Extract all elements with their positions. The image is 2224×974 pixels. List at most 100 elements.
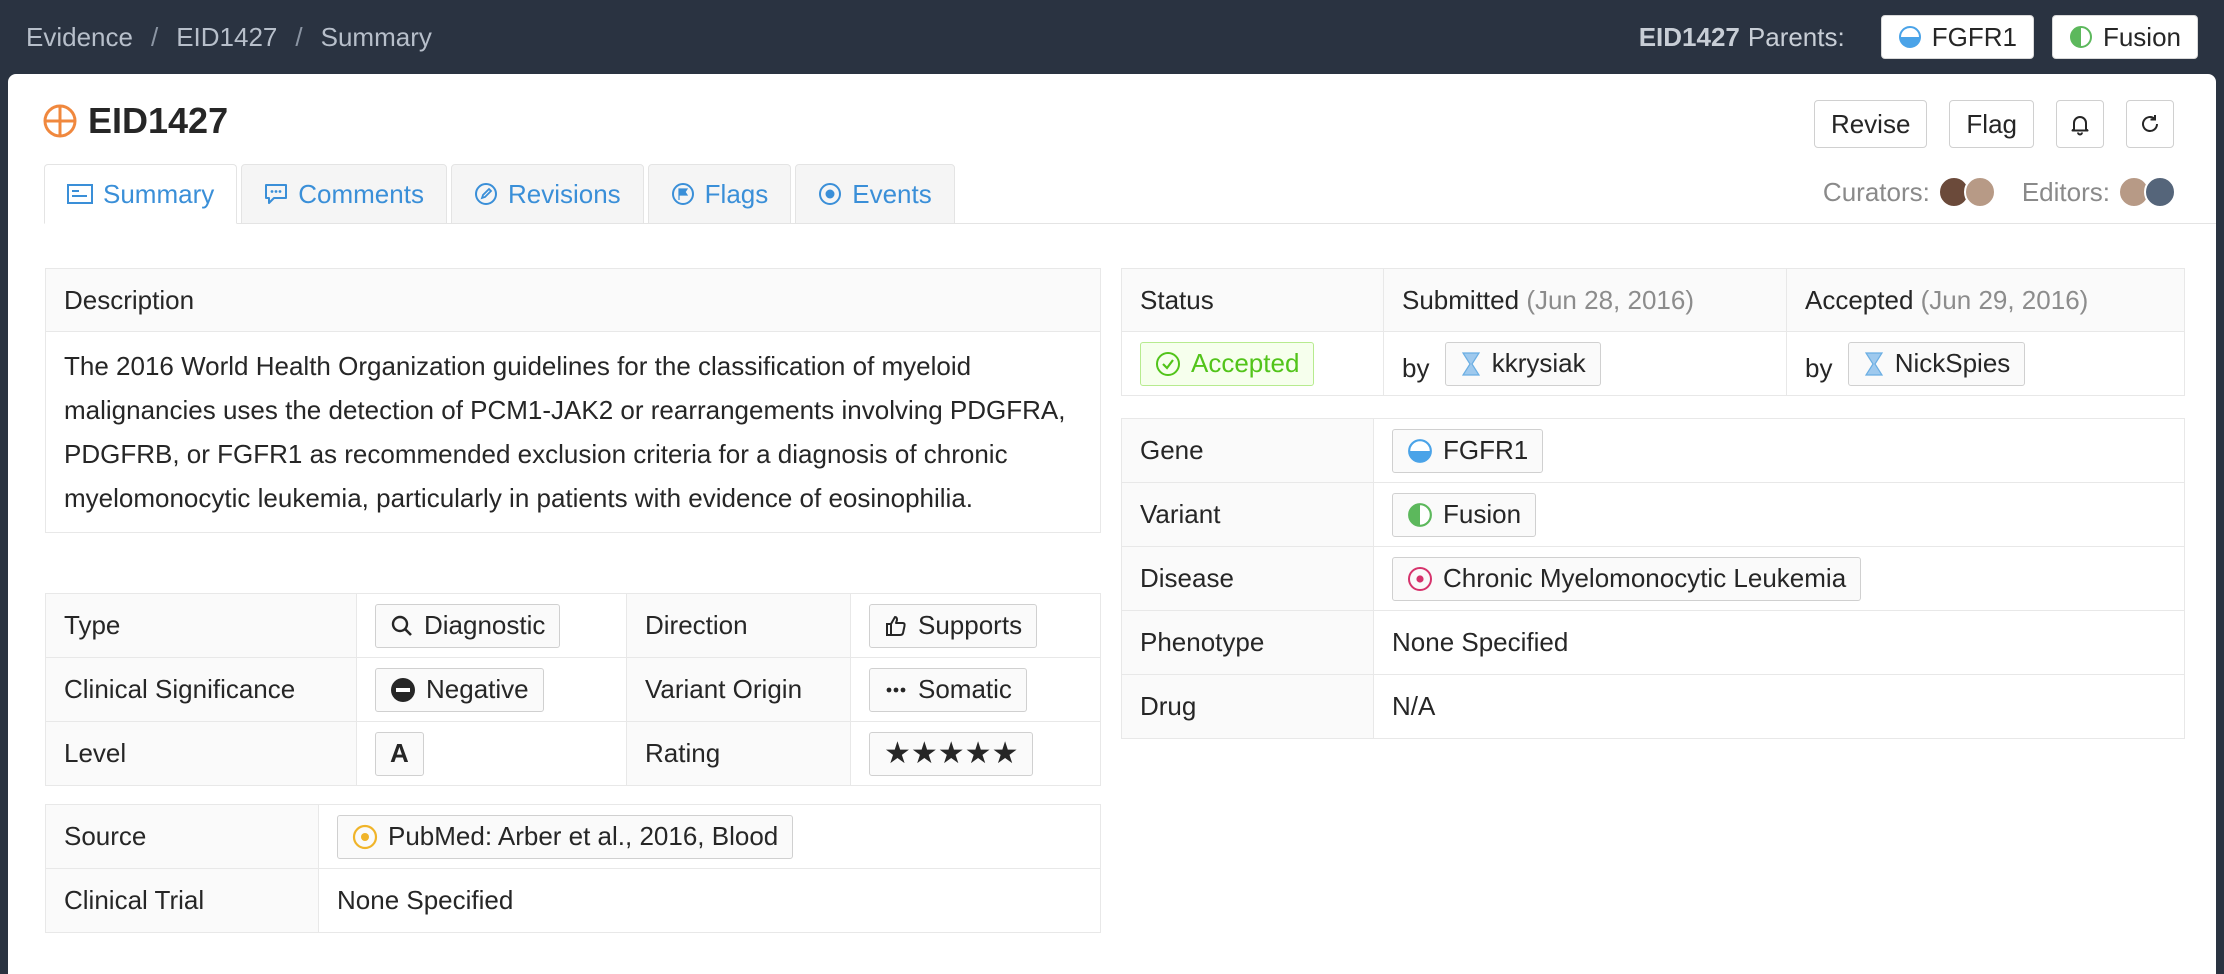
accepted-by-user[interactable]: NickSpies (1847, 341, 2026, 386)
gene-cell: FGFR1 (1373, 418, 2185, 483)
source-icon (352, 824, 378, 849)
gene-tag[interactable]: FGFR1 (1392, 428, 1544, 473)
submitted-by-name: kkrysiak (1491, 348, 1586, 378)
parent-gene-label: FGFR1 (1931, 21, 2017, 52)
parent-gene-button[interactable]: FGFR1 (1880, 15, 2034, 59)
parents-bar: EID1427 Parents: FGFR1 Fusion (1639, 15, 2198, 59)
direction-tag[interactable]: Supports (869, 603, 1038, 648)
variant-icon (1408, 502, 1432, 527)
revise-button[interactable]: Revise (1813, 100, 1928, 148)
drug-label: Drug (1121, 674, 1374, 739)
accepted-by-prefix: by (1805, 352, 1833, 383)
variant-tag[interactable]: Fusion (1392, 492, 1537, 537)
refresh-button[interactable] (2126, 100, 2174, 148)
submitted-by-cell: by kkrysiak (1383, 331, 1787, 396)
variant-cell: Fusion (1373, 482, 2185, 547)
check-circle-icon (1156, 351, 1180, 376)
trial-label: Clinical Trial (45, 868, 319, 933)
variant-label: Variant (1121, 482, 1374, 547)
rating-tag[interactable]: ★★★★★ (869, 731, 1034, 776)
variant-icon (2069, 26, 2092, 48)
tab-summary[interactable]: Summary (44, 164, 238, 224)
origin-label: Variant Origin (626, 657, 851, 722)
tab-comments[interactable]: Comments (241, 164, 447, 224)
submitted-by-user[interactable]: kkrysiak (1444, 341, 1601, 386)
hourglass-icon (1864, 351, 1883, 376)
flag-button[interactable]: Flag (1949, 100, 2034, 148)
submitted-label: Submitted (1402, 284, 1520, 315)
top-bar: Evidence / EID1427 / Summary EID1427 Par… (0, 0, 2224, 74)
breadcrumb-eid[interactable]: EID1427 (176, 22, 277, 53)
origin-tag[interactable]: Somatic (869, 667, 1027, 712)
accepted-by-cell: by NickSpies (1786, 331, 2185, 396)
gene-label: Gene (1121, 418, 1374, 483)
events-icon (819, 183, 842, 205)
tab-events[interactable]: Events (795, 164, 955, 224)
flags-icon (671, 183, 694, 205)
parent-variant-label: Fusion (2102, 21, 2181, 52)
action-buttons: Revise Flag (1813, 100, 2174, 148)
breadcrumb: Evidence / EID1427 / Summary (26, 22, 432, 53)
bell-icon (2071, 116, 2089, 136)
description-text: The 2016 World Health Organization guide… (45, 331, 1101, 533)
source-label: Source (45, 804, 319, 869)
clinsig-tag[interactable]: Negative (375, 667, 544, 712)
disease-value: Chronic Myelomonocytic Leukemia (1443, 563, 1847, 593)
submitted-by-prefix: by (1402, 352, 1430, 383)
level-label: Level (45, 721, 357, 786)
drug-value: N/A (1373, 674, 2185, 739)
source-cell: PubMed: Arber et al., 2016, Blood (318, 804, 1101, 869)
accepted-by-name: NickSpies (1894, 348, 2011, 378)
clinsig-label: Clinical Significance (45, 657, 357, 722)
avatar[interactable] (2144, 176, 2176, 208)
subscribe-button[interactable] (2056, 100, 2104, 148)
status-table: Status Submitted (Jun 28, 2016) Accepted… (1121, 268, 2185, 396)
phenotype-value: None Specified (1373, 610, 2185, 675)
gene-icon (1898, 26, 1921, 48)
type-cell: Diagnostic (356, 593, 627, 658)
source-table: Source PubMed: Arber et al., 2016, Blood… (45, 804, 1101, 933)
clinsig-cell: Negative (356, 657, 627, 722)
parents-eid: EID1427 (1638, 21, 1740, 52)
entities-table: Gene FGFR1 Variant Fusion Disease Chroni… (1121, 418, 2185, 739)
curators-label: Curators: (1822, 176, 1930, 207)
gene-icon (1408, 438, 1432, 463)
origin-value: Somatic (918, 674, 1012, 704)
team-info: Curators: Editors: (1823, 176, 2176, 208)
parents-label: Parents: (1747, 21, 1845, 52)
breadcrumb-evidence[interactable]: Evidence (26, 22, 133, 53)
tab-revisions[interactable]: Revisions (450, 164, 644, 224)
disease-tag[interactable]: Chronic Myelomonocytic Leukemia (1392, 556, 1862, 601)
accepted-date: (Jun 29, 2016) (1920, 284, 2089, 315)
accepted-label: Accepted (1805, 284, 1914, 315)
evidence-icon (43, 104, 77, 138)
parent-variant-button[interactable]: Fusion (2051, 15, 2198, 59)
direction-value: Supports (918, 610, 1023, 640)
breadcrumb-separator: / (295, 21, 303, 52)
variant-value: Fusion (1443, 499, 1522, 529)
gene-value: FGFR1 (1443, 435, 1529, 465)
description-header: Description (45, 268, 1101, 332)
revisions-icon (474, 183, 497, 205)
level-cell: A (356, 721, 627, 786)
breadcrumb-separator: / (150, 21, 159, 52)
avatar[interactable] (1963, 176, 1996, 208)
minus-circle-icon (391, 677, 415, 702)
accepted-header: Accepted (Jun 29, 2016) (1786, 268, 2185, 332)
tab-flags[interactable]: Flags (647, 164, 792, 224)
page-title: EID1427 (88, 100, 229, 141)
type-label: Type (45, 593, 357, 658)
source-tag[interactable]: PubMed: Arber et al., 2016, Blood (337, 814, 794, 859)
submitted-header: Submitted (Jun 28, 2016) (1383, 268, 1787, 332)
type-tag[interactable]: Diagnostic (375, 603, 561, 648)
level-tag[interactable]: A (375, 731, 424, 776)
tab-events-label: Events (852, 178, 932, 209)
phenotype-label: Phenotype (1121, 610, 1374, 675)
breadcrumb-summary: Summary (320, 21, 432, 52)
rating-label: Rating (626, 721, 851, 786)
direction-label: Direction (626, 593, 851, 658)
status-badge: Accepted (1140, 341, 1315, 386)
title-row: EID1427 (42, 100, 228, 142)
origin-cell: Somatic (850, 657, 1101, 722)
comments-icon (265, 184, 288, 204)
